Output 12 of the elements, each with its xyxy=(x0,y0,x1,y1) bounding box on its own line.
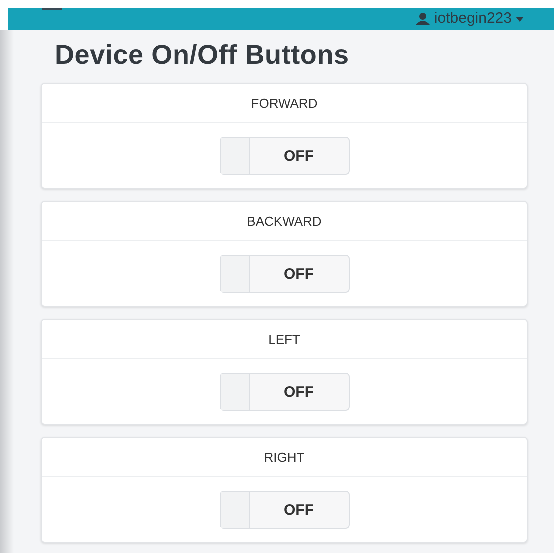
device-name: LEFT xyxy=(42,320,527,359)
page-title: Device On/Off Buttons xyxy=(55,40,350,71)
toggle-switch[interactable]: OFF xyxy=(220,373,350,411)
device-name: RIGHT xyxy=(42,438,527,477)
device-name: FORWARD xyxy=(42,84,527,123)
user-icon xyxy=(416,13,430,25)
caret-icon[interactable] xyxy=(516,16,524,22)
device-name: BACKWARD xyxy=(42,202,527,241)
toggle-switch[interactable]: OFF xyxy=(220,137,350,175)
toggle-switch[interactable]: OFF xyxy=(220,255,350,293)
toggle-switch[interactable]: OFF xyxy=(220,491,350,529)
username[interactable]: iotbegin223 xyxy=(434,11,512,27)
